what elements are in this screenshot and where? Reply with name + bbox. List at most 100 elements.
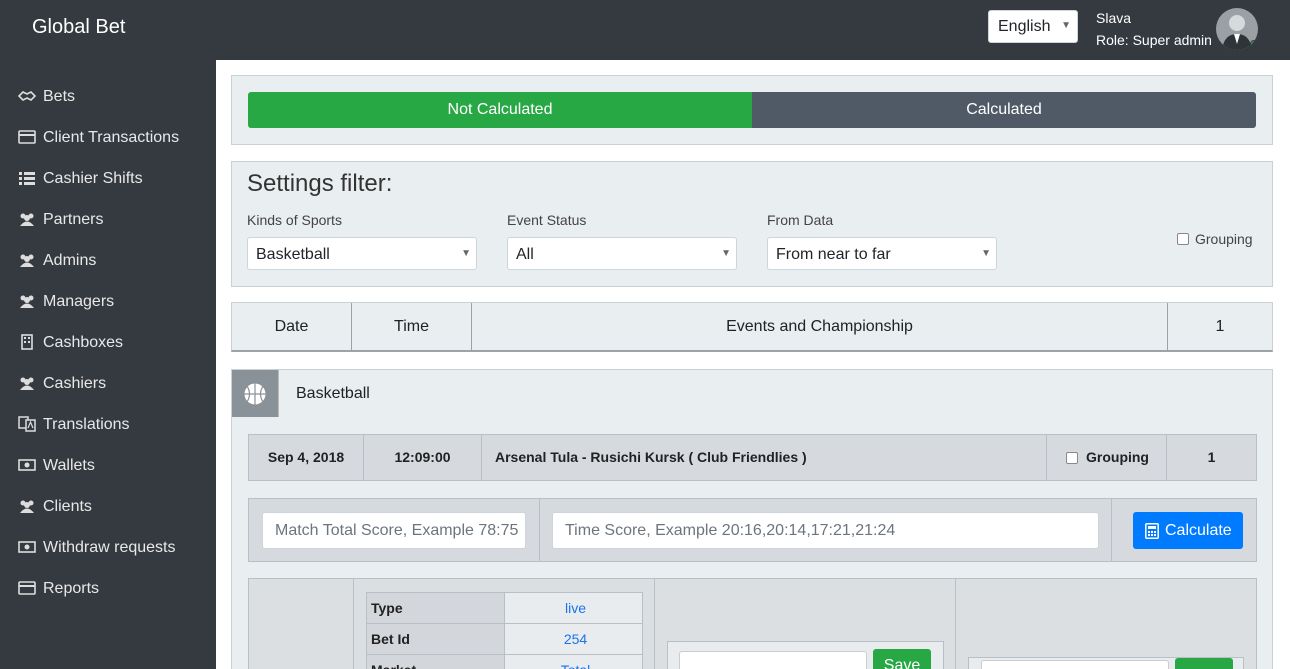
sports-label: Kinds of Sports [247,212,342,228]
building-icon [21,334,33,350]
event-status-select[interactable]: All ▼ [507,237,737,270]
handshake-icon [18,91,36,101]
header-time[interactable]: Time [352,303,472,351]
divider [353,579,354,669]
users-icon [20,254,34,267]
sidebar-item-label: Cashboxes [43,334,124,351]
bet-market-value[interactable]: Total [504,654,643,669]
sport-name: Basketball [296,385,370,402]
avatar[interactable] [1216,8,1258,50]
list-icon [19,172,35,185]
divider [539,499,540,561]
credit-card-icon [18,581,36,595]
status-label: Event Status [507,212,587,228]
sidebar-item-label: Bets [43,88,76,105]
grouping-label: Grouping [1195,231,1253,247]
bet-type-key: Type [366,592,505,624]
chevron-down-icon: ▼ [981,248,991,259]
time-score-input[interactable]: Time Score, Example 20:16,20:14,17:21,21… [552,512,1099,549]
sidebar-item-withdraw-requests[interactable]: Withdraw requests [0,527,216,568]
sidebar-item-label: Cashier Shifts [43,170,143,187]
sport-toggle[interactable] [232,370,279,417]
event-count: 1 [1207,449,1216,465]
money-icon [18,459,36,471]
sidebar: Bets Client Transactions Cashier Shifts … [0,60,216,669]
header-count: 1 [1215,318,1225,335]
events-table-header: Date Time Events and Championship 1 [231,302,1273,352]
calculator-icon [1145,523,1159,539]
event-grouping-checkbox[interactable] [1066,452,1078,464]
sidebar-item-label: Withdraw requests [43,539,176,556]
calculate-button[interactable]: Calculate [1133,512,1243,549]
event-grouping-cell: Grouping [1047,435,1167,480]
sport-section: Basketball Sep 4, 2018 12:09:00 Arsenal … [231,369,1273,669]
from-data-label: From Data [767,212,834,228]
bet-id-key: Bet Id [366,623,505,655]
sidebar-item-managers[interactable]: Managers [0,281,216,322]
grouping-checkbox[interactable] [1177,233,1189,245]
language-select[interactable]: English ▼ [988,10,1078,43]
divider [1111,499,1112,561]
header-events[interactable]: Events and Championship [472,303,1168,351]
save-button[interactable]: Save [873,649,931,669]
sidebar-item-translations[interactable]: Translations [0,404,216,445]
bet-market-key: Market [366,654,505,669]
save-form: Save [667,641,944,669]
sidebar-item-bets[interactable]: Bets [0,76,216,117]
event-time: 12:09:00 [364,435,482,480]
online-status-dot [1250,40,1258,48]
status-tabs-panel: Not Calculated Calculated [231,75,1273,145]
sidebar-item-client-transactions[interactable]: Client Transactions [0,117,216,158]
bet-id-value[interactable]: 254 [504,623,643,655]
event-title[interactable]: Arsenal Tula - Rusichi Kursk ( Club Frie… [482,435,1047,480]
sidebar-item-admins[interactable]: Admins [0,240,216,281]
table-row: Bet Id 254 [366,623,643,655]
from-data-select[interactable]: From near to far ▼ [767,237,997,270]
sidebar-item-cashier-shifts[interactable]: Cashier Shifts [0,158,216,199]
chevron-down-icon: ▼ [721,248,731,259]
sidebar-item-label: Admins [43,252,97,269]
tab-calculated[interactable]: Calculated [752,92,1256,128]
credit-card-icon [18,130,36,144]
sidebar-item-label: Clients [43,498,92,515]
sidebar-item-clients[interactable]: Clients [0,486,216,527]
users-icon [20,500,34,513]
sidebar-item-cashboxes[interactable]: Cashboxes [0,322,216,363]
sidebar-item-label: Reports [43,580,100,597]
divider [955,579,956,669]
sidebar-item-label: Managers [43,293,115,310]
chevron-down-icon: ▼ [461,248,471,259]
second-save-input[interactable] [981,660,1169,669]
language-value: English [998,18,1051,35]
event-date: Sep 4, 2018 [249,435,364,480]
sidebar-item-reports[interactable]: Reports [0,568,216,609]
basketball-icon [243,382,267,406]
second-save-form [968,657,1244,669]
sidebar-item-wallets[interactable]: Wallets [0,445,216,486]
users-icon [20,377,34,390]
from-data-value: From near to far [776,246,891,263]
brand-title[interactable]: Global Bet [32,16,125,39]
bet-type-value[interactable]: live [504,592,643,624]
bet-detail-row: Type live Bet Id 254 Market Total Save [248,578,1257,669]
second-save-button[interactable] [1175,658,1233,669]
header-date[interactable]: Date [232,303,352,351]
filter-title: Settings filter: [247,170,393,197]
tab-not-calculated[interactable]: Not Calculated [248,92,752,128]
users-icon [20,295,34,308]
chevron-down-icon: ▼ [1061,20,1071,31]
sidebar-item-partners[interactable]: Partners [0,199,216,240]
sidebar-item-cashiers[interactable]: Cashiers [0,363,216,404]
match-total-score-input[interactable]: Match Total Score, Example 78:75 [262,512,526,549]
money-icon [18,541,36,553]
settings-filter-panel: Settings filter: Kinds of Sports Basketb… [231,161,1273,287]
user-role: Role: Super admin [1096,32,1212,48]
sports-select[interactable]: Basketball ▼ [247,237,477,270]
top-navbar: Global Bet English ▼ Slava Role: Super a… [0,0,1290,60]
sidebar-item-label: Wallets [43,457,95,474]
calculate-label: Calculate [1165,522,1232,539]
sidebar-item-label: Cashiers [43,375,107,392]
divider [654,579,655,669]
table-row: Type live [366,592,643,624]
save-input[interactable] [679,651,867,669]
